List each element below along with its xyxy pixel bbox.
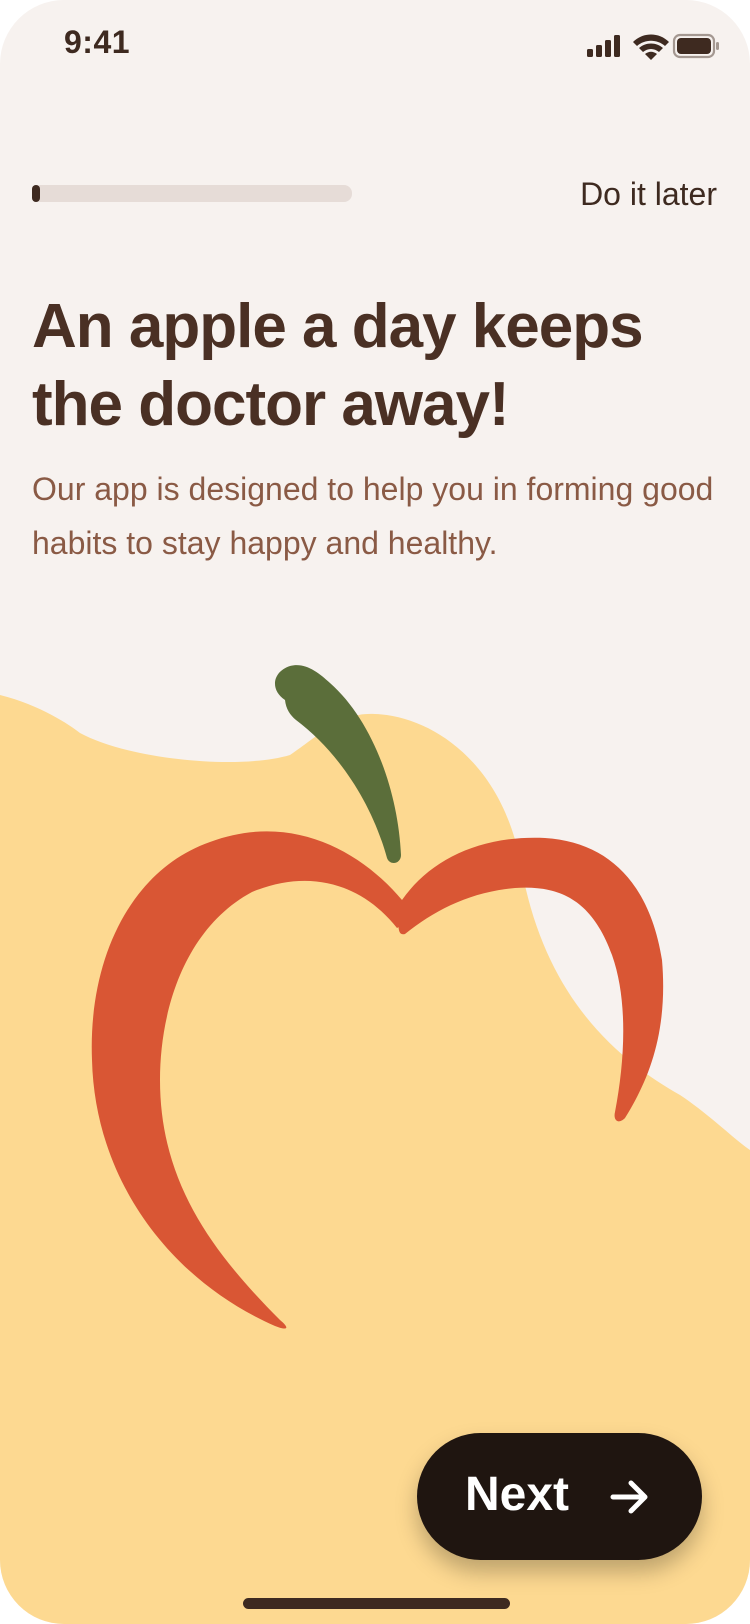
onboarding-headline: An apple a day keeps the doctor away! — [32, 292, 644, 439]
apple-illustration — [0, 665, 750, 1624]
do-it-later-link[interactable]: Do it later — [580, 176, 717, 213]
arrow-right-icon — [610, 1480, 648, 1514]
battery-icon — [672, 33, 719, 59]
onboarding-screen: 9:41 Do it later An apple a day keeps th… — [0, 0, 750, 1624]
status-time: 9:41 — [64, 24, 131, 60]
onboarding-progress-bar — [32, 185, 352, 202]
status-icons — [587, 33, 719, 60]
cellular-signal-icon — [587, 35, 620, 57]
status-bar: 9:41 — [0, 0, 750, 92]
next-button-label: Next — [465, 1468, 570, 1521]
home-indicator — [243, 1598, 510, 1609]
wifi-icon — [633, 34, 669, 60]
progress-fill — [32, 185, 40, 202]
onboarding-subtitle: Our app is designed to help you in formi… — [32, 471, 714, 561]
next-button[interactable]: Next — [417, 1433, 702, 1560]
